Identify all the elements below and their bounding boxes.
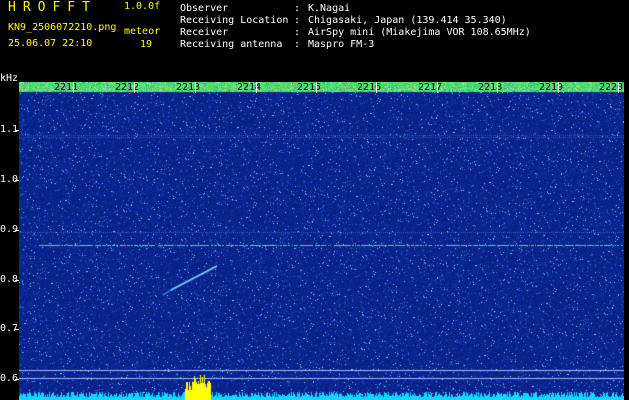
x-tick-label: 2217	[418, 82, 443, 93]
info-separator: :	[294, 3, 301, 14]
x-tick-label: 2212	[115, 82, 140, 93]
info-row-receiver: Receiver: AirSpy mini (Miakejima VOR 108.…	[180, 27, 531, 38]
info-label: Observer	[180, 3, 229, 14]
x-tick-label: 2218	[478, 82, 503, 93]
x-tick-mark	[256, 82, 257, 93]
meteor-label: meteor	[124, 26, 161, 37]
x-tick-label: 2213	[176, 82, 201, 93]
info-value: Maspro FM-3	[308, 39, 375, 50]
x-tick-mark	[497, 82, 498, 93]
x-tick-mark	[376, 82, 377, 93]
info-row-antenna: Receiving antenna: Maspro FM-3	[180, 39, 374, 50]
x-tick-label: 2215	[297, 82, 322, 93]
x-tick-label: 2216	[357, 82, 382, 93]
x-tick-mark	[134, 82, 135, 93]
x-tick-label: 2220	[599, 82, 624, 93]
info-value: AirSpy mini (Miakejima VOR 108.65MHz)	[308, 27, 531, 38]
info-row-location: Receiving Location: Chigasaki, Japan (139…	[180, 15, 507, 26]
x-tick-label: 2214	[237, 82, 262, 93]
x-tick-mark	[437, 82, 438, 93]
version-label: 1.0.0f	[124, 1, 161, 12]
y-axis-unit: kHz	[0, 73, 19, 84]
app-title: HROFFT	[8, 0, 97, 15]
info-separator: :	[294, 27, 301, 38]
x-tick-mark	[73, 82, 74, 93]
info-label: Receiving antenna	[180, 39, 283, 50]
info-label: Receiver	[180, 27, 229, 38]
filename-label: KN9_2506072210.png	[8, 22, 117, 33]
x-tick-mark	[618, 82, 619, 93]
x-tick-label: 2211	[54, 82, 79, 93]
info-separator: :	[294, 39, 301, 50]
spectrogram-waterfall	[19, 82, 624, 400]
info-value: K.Nagai	[308, 3, 351, 14]
info-value: Chigasaki, Japan (139.414 35.340)	[308, 15, 507, 26]
x-tick-mark	[316, 82, 317, 93]
meteor-count: 19	[140, 39, 153, 50]
x-tick-mark	[195, 82, 196, 93]
info-separator: :	[294, 15, 301, 26]
x-tick-mark	[558, 82, 559, 93]
x-tick-label: 2219	[539, 82, 564, 93]
datetime-label: 25.06.07 22:10	[8, 38, 93, 49]
info-label: Receiving Location	[180, 15, 289, 26]
info-row-observer: Observer: K.Nagai	[180, 3, 350, 14]
